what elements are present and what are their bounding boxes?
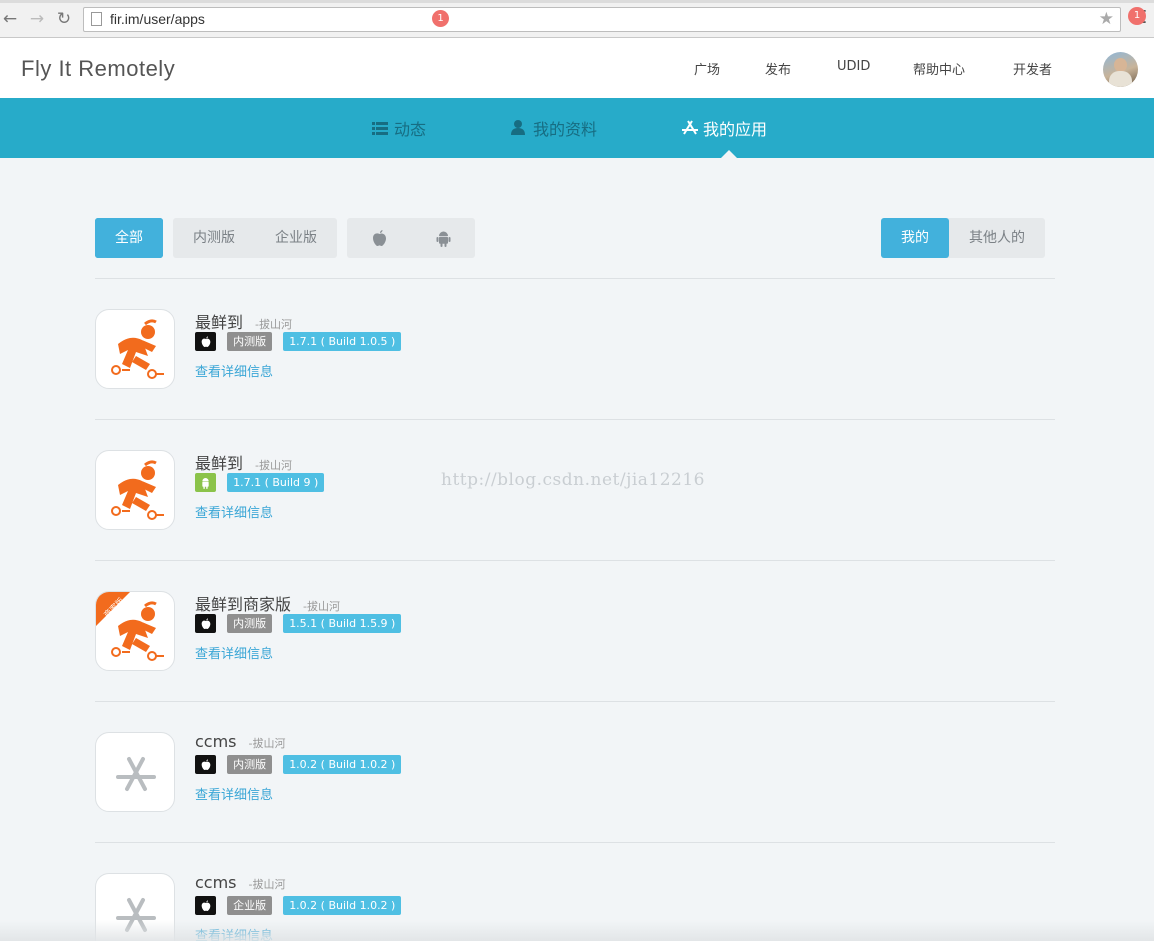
app-tags: 内测版 1.0.2 ( Build 1.0.2 )	[195, 755, 407, 775]
app-row: 最鲜到 -拔山河 1.7.1 ( Build 9 ) 查看详细信息	[95, 420, 1055, 560]
app-icon-zuixiandao-merchant[interactable]: 商家版	[95, 591, 175, 671]
app-owner: -拔山河	[255, 459, 292, 472]
filter-all-button[interactable]: 全部	[95, 218, 163, 258]
app-row: 商家版 最鲜到商家版 -拔山河 内测版 1.5.1 ( Build 1.5.9 )…	[95, 561, 1055, 701]
activity-badge: 1	[432, 10, 449, 27]
type-badge: 内测版	[227, 614, 273, 633]
brand-logo[interactable]: Fly It Remotely	[21, 56, 175, 82]
type-badge: 企业版	[227, 896, 273, 915]
tab-my-apps[interactable]: 我的应用	[681, 116, 767, 140]
app-name[interactable]: 最鲜到商家版 -拔山河	[195, 591, 340, 615]
tab-my-apps-label: 我的应用	[703, 120, 768, 139]
app-store-icon	[681, 120, 699, 139]
watermark: http://blog.csdn.net/jia12216	[441, 470, 705, 490]
list-icon	[372, 121, 390, 139]
type-badge: 内测版	[227, 755, 273, 774]
sub-navigation: 动态 我的资料 我的应用	[0, 98, 1154, 158]
android-icon	[436, 231, 450, 247]
filter-owner-group: 我的 其他人的	[881, 218, 1045, 258]
app-owner: -拔山河	[248, 878, 286, 891]
user-icon	[511, 120, 529, 139]
arrow-left-icon[interactable]: ←	[0, 9, 20, 29]
app-icon-zuixiandao[interactable]	[95, 450, 175, 530]
tab-profile-label: 我的资料	[533, 120, 598, 139]
version-badge: 1.0.2 ( Build 1.0.2 )	[283, 896, 402, 915]
filter-mine-button[interactable]: 我的	[881, 218, 949, 258]
app-tags: 内测版 1.7.1 ( Build 1.0.5 )	[195, 332, 407, 352]
view-details-link[interactable]: 查看详细信息	[195, 925, 273, 941]
app-row: ccms -拔山河 企业版 1.0.2 ( Build 1.0.2 ) 查看详细信…	[95, 843, 1055, 941]
avatar[interactable]	[1103, 52, 1138, 87]
app-tags: 企业版 1.0.2 ( Build 1.0.2 )	[195, 896, 407, 916]
view-details-link[interactable]: 查看详细信息	[195, 361, 273, 380]
app-row: ccms -拔山河 内测版 1.0.2 ( Build 1.0.2 ) 查看详细信…	[95, 702, 1055, 842]
tab-activity[interactable]: 动态	[372, 116, 426, 140]
version-badge: 1.5.1 ( Build 1.5.9 )	[283, 614, 402, 633]
apple-icon	[195, 896, 216, 915]
view-details-link[interactable]: 查看详细信息	[195, 502, 273, 521]
type-badge: 内测版	[227, 332, 273, 351]
filter-others-button[interactable]: 其他人的	[949, 218, 1045, 258]
android-icon	[195, 473, 216, 492]
apple-icon	[195, 332, 216, 351]
filter-all-group: 全部	[95, 218, 163, 258]
apple-icon	[195, 755, 216, 774]
app-name[interactable]: ccms -拔山河	[195, 873, 286, 892]
app-name[interactable]: 最鲜到 -拔山河	[195, 450, 292, 474]
version-badge: 1.7.1 ( Build 9 )	[227, 473, 325, 492]
site-header: Fly It Remotely 广场 发布 UDID 帮助中心 开发者	[0, 38, 1154, 98]
app-placeholder-icon[interactable]	[95, 873, 175, 941]
view-details-link[interactable]: 查看详细信息	[195, 643, 273, 662]
tab-profile[interactable]: 我的资料	[511, 116, 597, 140]
app-name[interactable]: ccms -拔山河	[195, 732, 286, 751]
page-icon	[91, 12, 102, 26]
browser-toolbar: ← → ↻ fir.im/user/apps ★ ☰	[0, 0, 1154, 38]
app-owner: -拔山河	[248, 737, 286, 750]
version-badge: 1.7.1 ( Build 1.0.5 )	[283, 332, 402, 351]
app-name[interactable]: 最鲜到 -拔山河	[195, 309, 292, 333]
nav-link-udid[interactable]: UDID	[837, 59, 870, 74]
apple-icon	[195, 614, 216, 633]
reload-icon[interactable]: ↻	[54, 9, 74, 29]
nav-link-square[interactable]: 广场	[694, 59, 720, 78]
app-placeholder-icon[interactable]	[95, 732, 175, 812]
nav-link-help[interactable]: 帮助中心	[913, 59, 965, 78]
address-bar[interactable]: fir.im/user/apps ★	[83, 7, 1121, 32]
arrow-right-icon[interactable]: →	[27, 9, 47, 29]
app-row: 最鲜到 -拔山河 内测版 1.7.1 ( Build 1.0.5 ) 查看详细信息	[95, 279, 1055, 419]
apple-icon	[372, 229, 386, 246]
tab-activity-label: 动态	[394, 120, 427, 139]
filter-type-group: 内测版 企业版	[173, 218, 337, 258]
notification-badge: 1	[1128, 7, 1146, 25]
filter-beta-button[interactable]: 内测版	[173, 218, 255, 258]
view-details-link[interactable]: 查看详细信息	[195, 784, 273, 803]
active-tab-caret	[721, 150, 737, 158]
app-owner: -拔山河	[255, 318, 292, 331]
version-badge: 1.0.2 ( Build 1.0.2 )	[283, 755, 402, 774]
app-icon-zuixiandao[interactable]	[95, 309, 175, 389]
nav-link-publish[interactable]: 发布	[765, 59, 791, 78]
filter-android-button[interactable]	[411, 218, 475, 258]
star-icon[interactable]: ★	[1099, 9, 1114, 29]
url-text[interactable]: fir.im/user/apps	[110, 11, 205, 27]
nav-link-developer[interactable]: 开发者	[1013, 59, 1052, 78]
filter-platform-group	[347, 218, 475, 258]
app-tags: 1.7.1 ( Build 9 )	[195, 473, 330, 493]
tab-strip	[0, 0, 1154, 3]
filter-enterprise-button[interactable]: 企业版	[255, 218, 337, 258]
app-tags: 内测版 1.5.1 ( Build 1.5.9 )	[195, 614, 407, 634]
filter-ios-button[interactable]	[347, 218, 411, 258]
app-owner: -拔山河	[303, 600, 340, 613]
